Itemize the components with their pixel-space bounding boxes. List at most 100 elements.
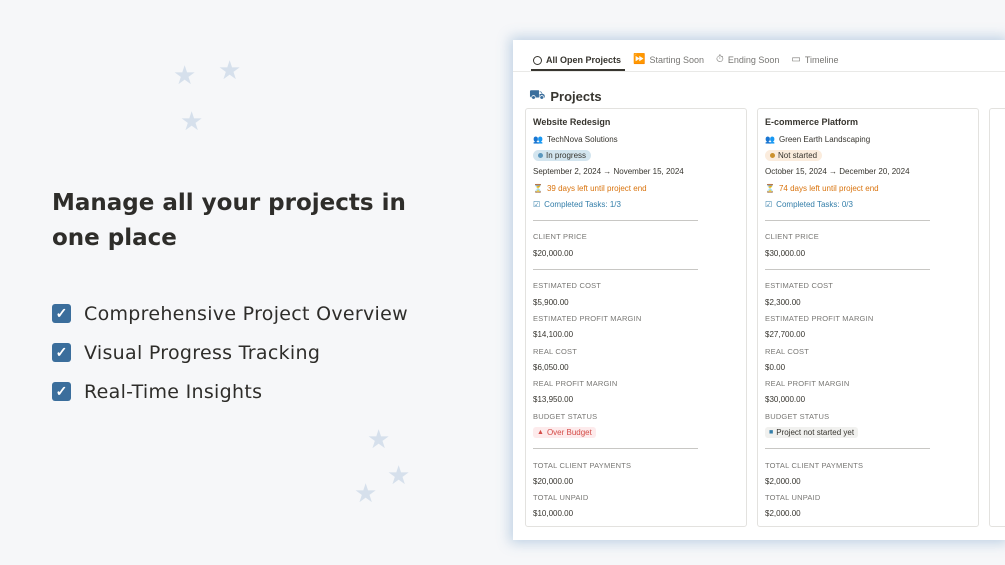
star-icon: ★ xyxy=(354,478,378,508)
total-client-payments: $20,000.00 xyxy=(533,476,574,486)
label-real-profit-margin: REAL PROFIT MARGIN xyxy=(765,379,850,389)
star-icon: ★ xyxy=(367,424,391,454)
label-budget-status: BUDGET STATUS xyxy=(765,411,830,421)
real-profit-margin: $13,950.00 xyxy=(533,395,574,405)
budget-status: Project not started yet xyxy=(776,427,855,437)
label-total-client-payments: TOTAL CLIENT PAYMENTS xyxy=(533,460,632,470)
checkbox-checked-icon: ✓ xyxy=(52,343,71,362)
projects-icon: ⛟ xyxy=(529,87,546,102)
timeline-icon: ▭ xyxy=(791,54,801,65)
date-range: October 15, 2024 → December 20, 2024 xyxy=(765,167,910,177)
view-tabs: All Open Projects ⏩ Starting Soon ⏱ Endi… xyxy=(513,40,1005,72)
label-budget-status: BUDGET STATUS xyxy=(533,411,598,421)
status-row: In progress xyxy=(533,147,739,163)
tab-label: All Open Projects xyxy=(546,55,622,65)
estimated-cost: $5,900.00 xyxy=(533,297,569,307)
status-badge: In progress xyxy=(533,149,592,161)
fast-forward-icon: ⏩ xyxy=(633,54,646,65)
completed-tasks: Completed Tasks: 1/3 xyxy=(544,199,621,209)
feature-label: Visual Progress Tracking xyxy=(84,341,321,364)
divider xyxy=(533,441,739,457)
project-name: Website Redesign xyxy=(533,117,611,127)
status-dot-icon xyxy=(538,152,543,158)
total-unpaid: $10,000.00 xyxy=(533,509,574,519)
feature-item: ✓ Comprehensive Project Overview xyxy=(52,294,452,333)
project-card[interactable]: Website Redesign 👥 TechNova Solutions In… xyxy=(525,108,747,527)
checkbox-checked-icon: ✓ xyxy=(52,304,71,323)
people-icon: 👥 xyxy=(533,134,543,144)
label-real-cost: REAL COST xyxy=(533,346,578,356)
people-icon: 👥 xyxy=(765,134,775,144)
tasks-row: ☑ Completed Tasks: 1/3 xyxy=(533,196,739,212)
feature-label: Comprehensive Project Overview xyxy=(84,302,408,325)
tasks-icon: ☑ xyxy=(765,199,773,209)
completed-tasks: Completed Tasks: 0/3 xyxy=(776,199,853,209)
client-name: Green Earth Landscaping xyxy=(778,134,871,144)
tab-ending-soon[interactable]: ⏱ Ending Soon xyxy=(714,54,783,71)
hourglass-icon: ⏳ xyxy=(533,183,543,193)
tab-all-open-projects[interactable]: All Open Projects xyxy=(531,55,626,71)
divider xyxy=(533,212,739,228)
label-total-unpaid: TOTAL UNPAID xyxy=(533,493,589,503)
status-label: In progress xyxy=(546,150,587,160)
tab-starting-soon[interactable]: ⏩ Starting Soon xyxy=(631,54,708,71)
estimated-profit-margin: $14,100.00 xyxy=(533,330,574,340)
client-price: $30,000.00 xyxy=(765,248,806,258)
budget-status-badge: ■ Project not started yet xyxy=(765,426,859,438)
project-name: E-commerce Platform xyxy=(765,117,859,127)
budget-status-badge: ▲ Over Budget xyxy=(533,426,596,438)
label-estimated-profit-margin: ESTIMATED PROFIT MARGIN xyxy=(765,313,874,323)
budget-status-row: ▲ Over Budget xyxy=(533,424,739,440)
tasks-icon: ☑ xyxy=(533,199,541,209)
headline: Manage all your projects in one place xyxy=(52,190,406,251)
days-left: 74 days left until project end xyxy=(778,183,879,193)
date-range: September 2, 2024 → November 15, 2024 xyxy=(533,167,684,177)
star-icon: ★ xyxy=(173,60,197,90)
project-card[interactable]: E-commerce Platform 👥 Green Earth Landsc… xyxy=(757,108,979,527)
label-client-price: CLIENT PRICE xyxy=(533,232,587,242)
real-cost: $0.00 xyxy=(765,362,786,372)
label-real-cost: REAL COST xyxy=(765,346,810,356)
square-icon: ■ xyxy=(769,428,774,436)
warning-icon: ▲ xyxy=(537,428,544,436)
feature-item: ✓ Visual Progress Tracking xyxy=(52,333,452,372)
days-left: 39 days left until project end xyxy=(546,183,647,193)
status-row: Not started xyxy=(765,147,971,163)
tab-label: Starting Soon xyxy=(649,54,705,65)
label-client-price: CLIENT PRICE xyxy=(765,232,819,242)
tab-timeline[interactable]: ▭ Timeline xyxy=(789,54,842,71)
client-name: TechNova Solutions xyxy=(546,134,618,144)
project-card[interactable] xyxy=(989,108,1005,527)
circle-icon xyxy=(533,55,542,65)
estimated-cost: $2,300.00 xyxy=(765,297,801,307)
label-total-unpaid: TOTAL UNPAID xyxy=(765,493,821,503)
star-icon: ★ xyxy=(387,460,411,490)
days-left-row: ⏳ 39 days left until project end xyxy=(533,180,739,196)
tasks-row: ☑ Completed Tasks: 0/3 xyxy=(765,196,971,212)
days-left-row: ⏳ 74 days left until project end xyxy=(765,180,971,196)
budget-status-row: ■ Project not started yet xyxy=(765,424,971,440)
gallery-cards: Website Redesign 👥 TechNova Solutions In… xyxy=(525,108,1005,527)
feature-item: ✓ Real-Time Insights xyxy=(52,372,452,411)
label-estimated-profit-margin: ESTIMATED PROFIT MARGIN xyxy=(533,313,642,323)
client-price: $20,000.00 xyxy=(533,248,574,258)
status-dot-icon xyxy=(770,152,775,158)
real-profit-margin: $30,000.00 xyxy=(765,395,806,405)
divider xyxy=(765,261,971,277)
real-cost: $6,050.00 xyxy=(533,362,569,372)
client-row: 👥 Green Earth Landscaping xyxy=(765,131,971,147)
total-client-payments: $2,000.00 xyxy=(765,476,801,486)
label-estimated-cost: ESTIMATED COST xyxy=(533,281,602,291)
divider xyxy=(765,212,971,228)
star-icon: ★ xyxy=(218,55,242,85)
feature-label: Real-Time Insights xyxy=(84,380,263,403)
hourglass-icon: ⏳ xyxy=(765,183,775,193)
label-real-profit-margin: REAL PROFIT MARGIN xyxy=(533,379,618,389)
tab-label: Timeline xyxy=(804,54,839,65)
page-title: Projects xyxy=(550,88,602,104)
total-unpaid: $2,000.00 xyxy=(765,509,801,519)
stopwatch-icon: ⏱ xyxy=(716,54,724,65)
database-title: ⛟ Projects xyxy=(513,72,1005,108)
label-total-client-payments: TOTAL CLIENT PAYMENTS xyxy=(765,460,864,470)
divider xyxy=(765,441,971,457)
